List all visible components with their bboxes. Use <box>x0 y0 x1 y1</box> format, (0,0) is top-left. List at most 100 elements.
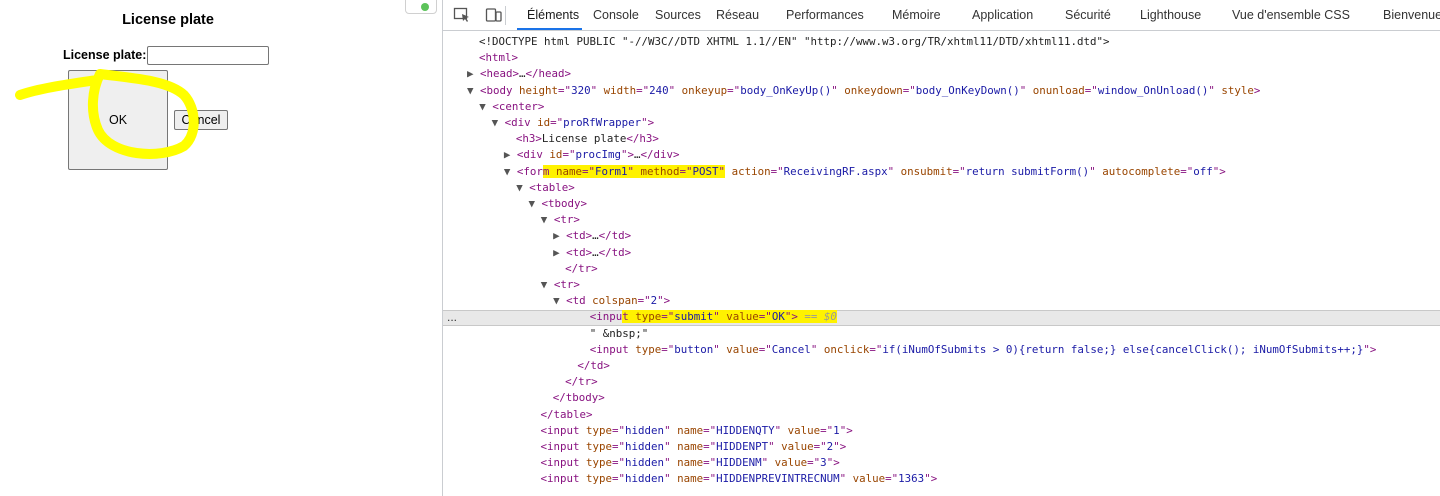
dom-token: style <box>1221 83 1254 97</box>
dom-node-line[interactable]: </tbody> <box>553 390 605 406</box>
dom-token: </head> <box>525 67 572 81</box>
dom-token: colspan <box>592 294 638 308</box>
dom-node-line[interactable]: ▼ <tbody> <box>529 196 588 212</box>
tab-1[interactable]: Console <box>593 0 639 30</box>
dom-token: type <box>586 423 613 437</box>
dom-node-line[interactable]: <html> <box>479 50 518 66</box>
dom-token: submit <box>674 310 714 324</box>
collapse-right-icon[interactable]: ▶ <box>553 229 566 242</box>
dom-node-line[interactable]: <!DOCTYPE html PUBLIC "-//W3C//DTD XHTML… <box>479 34 1110 50</box>
tab-0[interactable]: Éléments <box>527 0 579 30</box>
tab-9[interactable]: Vue d'ensemble CSS <box>1232 0 1350 30</box>
dom-token: window_OnUnload() <box>1097 83 1209 97</box>
expand-down-icon[interactable]: ▼ <box>529 197 542 210</box>
tab-6[interactable]: Application <box>972 0 1033 30</box>
license-plate-input[interactable] <box>147 46 269 65</box>
dom-token: =" <box>807 456 821 470</box>
expand-down-icon[interactable]: ▼ <box>467 84 480 97</box>
tab-10[interactable]: Bienvenue <box>1383 0 1440 30</box>
dom-token: " <box>810 342 824 356</box>
dom-token: =" <box>612 472 626 486</box>
selected-node-menu[interactable]: ... <box>447 310 457 326</box>
tab-7[interactable]: Sécurité <box>1065 0 1111 30</box>
device-toolbar-icon[interactable] <box>485 7 503 23</box>
dom-token: =" <box>770 164 784 178</box>
dom-token: " <box>713 342 727 356</box>
dom-node-line[interactable]: </td> <box>577 358 610 374</box>
dom-token: hidden <box>625 440 665 453</box>
dom-node-line[interactable]: ▶ <head>…</head> <box>467 66 571 82</box>
expand-down-icon[interactable]: ▼ <box>516 181 529 194</box>
dom-node-line[interactable]: ▶ <div id="procImg">…</div> <box>504 147 680 163</box>
dom-token: type <box>586 456 613 470</box>
dom-node-line[interactable]: <h3>License plate</h3> <box>516 131 659 147</box>
dom-token: =" <box>661 342 675 356</box>
dom-node-line[interactable]: ▼ <tr> <box>541 212 580 228</box>
dom-node-line[interactable]: <input type="hidden" name="HIDDENPT" val… <box>541 439 847 455</box>
dom-token: " <box>768 440 782 453</box>
expand-down-icon[interactable]: ▼ <box>492 116 505 129</box>
dom-node-line[interactable]: <input type="button" value="Cancel" oncl… <box>590 342 1377 358</box>
dom-token: <body <box>480 83 520 97</box>
dom-token: " <box>713 310 727 324</box>
dom-token: " <box>664 456 678 470</box>
dom-node-line[interactable]: <input type="submit" value="OK"> == $0 <box>590 309 837 325</box>
dom-token: License plate <box>541 132 627 146</box>
dom-node-line[interactable]: ▼ <center> <box>479 99 544 115</box>
dom-token: <div <box>516 148 550 162</box>
cancel-button[interactable]: Cancel <box>174 110 228 130</box>
dom-token: "> <box>641 116 655 129</box>
dom-node-line[interactable]: ▶ <td>…</td> <box>553 228 631 244</box>
dom-token: value <box>787 423 821 437</box>
dom-token: type <box>635 310 662 324</box>
dom-token: onkeydown <box>844 83 903 97</box>
dom-token: =" <box>637 294 651 308</box>
inspect-element-icon[interactable] <box>453 7 471 23</box>
dom-token: </td> <box>598 245 632 259</box>
dom-node-line[interactable]: " &nbsp;" <box>590 326 649 342</box>
expand-down-icon[interactable]: ▼ <box>553 294 566 307</box>
tab-8[interactable]: Lighthouse <box>1140 0 1201 30</box>
expand-down-icon[interactable]: ▼ <box>479 100 492 113</box>
collapse-right-icon[interactable]: ▶ <box>553 246 566 259</box>
expand-down-icon[interactable]: ▼ <box>504 165 517 178</box>
tab-5[interactable]: Mémoire <box>892 0 941 30</box>
dom-token: <input <box>540 472 587 486</box>
dom-node-line[interactable]: </tr> <box>565 374 598 390</box>
tab-3[interactable]: Réseau <box>716 0 759 30</box>
dom-node-line[interactable]: ▼ <body height="320" width="240" onkeyup… <box>467 83 1260 99</box>
dom-node-line[interactable]: ▼ <table> <box>516 180 575 196</box>
devtools-toolbar: Éléments Console Sources Réseau Performances… <box>443 0 1440 31</box>
tab-4[interactable]: Performances <box>786 0 864 30</box>
dom-node-line[interactable]: <input type="hidden" name="HIDDENPREVINT… <box>541 471 938 487</box>
dom-node-line[interactable]: <input type="hidden" name="HIDDENM" valu… <box>541 455 840 471</box>
tab-2[interactable]: Sources <box>655 0 701 30</box>
dom-node-line[interactable]: </table> <box>541 407 593 423</box>
dom-token: <tr> <box>553 213 580 227</box>
dom-token: body_OnKeyUp() <box>740 83 832 97</box>
dom-node-line[interactable]: ▼ <tr> <box>541 277 580 293</box>
page-title: License plate <box>122 12 214 28</box>
dom-node-line[interactable]: ▼ <div id="proRfWrapper"> <box>492 115 655 131</box>
dom-token: " <box>590 83 604 97</box>
dom-token: " <box>664 472 678 486</box>
dom-token: <head> <box>480 67 520 81</box>
collapse-right-icon[interactable]: ▶ <box>467 67 480 80</box>
dom-node-line[interactable]: ▼ <td colspan="2"> <box>553 293 670 309</box>
dom-token: onclick <box>823 342 870 356</box>
expand-down-icon[interactable]: ▼ <box>541 213 554 226</box>
toolbar-separator <box>505 6 506 25</box>
collapse-right-icon[interactable]: ▶ <box>504 148 517 161</box>
expand-down-icon[interactable]: ▼ <box>541 278 554 291</box>
dom-token: HIDDENM <box>716 456 762 470</box>
dom-node-line[interactable]: </tr> <box>565 261 598 277</box>
dom-token: =" <box>1180 164 1194 178</box>
dom-token: 240 <box>649 83 669 97</box>
active-tab-underline <box>517 28 582 30</box>
dom-token: </td> <box>598 229 632 243</box>
dom-node-line[interactable]: ▶ <td>…</td> <box>553 245 631 261</box>
ok-button[interactable]: OK <box>68 70 168 170</box>
dom-token: value <box>774 456 808 470</box>
dom-node-line[interactable]: ▼ <form name="Form1" method="POST" actio… <box>504 164 1226 180</box>
dom-node-line[interactable]: <input type="hidden" name="HIDDENQTY" va… <box>541 423 853 439</box>
